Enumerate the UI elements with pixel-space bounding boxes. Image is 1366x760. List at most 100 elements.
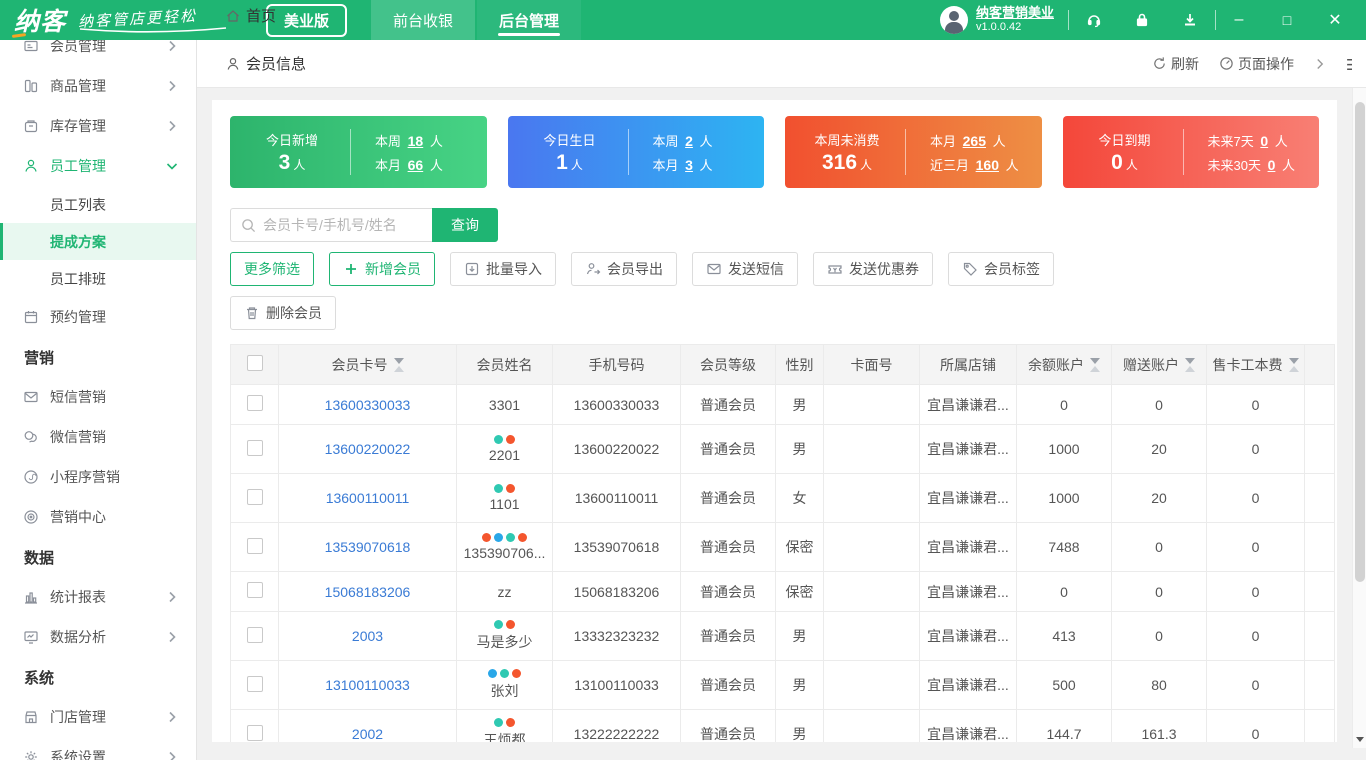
row-checkbox[interactable] <box>246 395 263 411</box>
close-button[interactable]: ✕ <box>1326 10 1344 30</box>
sidebar-item-预约管理[interactable]: 预约管理 <box>0 297 196 337</box>
plus-icon <box>343 261 359 277</box>
user-box[interactable]: 纳客营销美业 v1.0.0.42 <box>939 5 1054 34</box>
button-label: 会员标签 <box>984 261 1040 277</box>
row-checkbox[interactable] <box>246 675 263 692</box>
send-coupon-button[interactable]: 发送优惠券 <box>813 252 933 286</box>
more-filter-button[interactable]: 更多筛选 <box>230 252 314 286</box>
sidebar-item-营销中心[interactable]: 营销中心 <box>0 497 196 537</box>
page-ops-button[interactable]: 页面操作 <box>1219 54 1294 74</box>
tab-会员信息[interactable]: 会员信息 <box>225 40 306 88</box>
sidebar-item-统计报表[interactable]: 统计报表 <box>0 577 196 617</box>
stat-card-本周未消费: 本周未消费 316 人 本月 265 人近三月 160 人 <box>785 116 1042 188</box>
card-value: 0人 <box>1111 150 1138 174</box>
sort-carets[interactable] <box>1090 357 1100 372</box>
scrollbar-thumb[interactable] <box>1355 102 1365 582</box>
sidebar: 会员管理 商品管理 库存管理 员工管理 员工列表 提成方案 员工排班 预约管理 营销… <box>0 40 197 760</box>
sidebar-subitem-提成方案[interactable]: 提成方案 <box>0 223 196 260</box>
member-tag-dots <box>457 533 552 542</box>
row-checkbox[interactable] <box>246 439 263 456</box>
select-all-checkbox[interactable] <box>246 355 263 371</box>
member-card-no-link[interactable]: 2003 <box>352 628 383 644</box>
sort-carets[interactable] <box>393 357 404 372</box>
member-card-no-link[interactable]: 13600330033 <box>325 397 411 413</box>
card-stat-line: 近三月 160 人 <box>930 156 1019 173</box>
row-checkbox[interactable] <box>246 724 263 741</box>
chevron-right-icon <box>164 78 180 94</box>
search-input[interactable] <box>263 217 413 233</box>
member-card-no-link[interactable]: 15068183206 <box>325 584 411 600</box>
lock-icon[interactable] <box>1131 9 1153 31</box>
sidebar-item-系统设置[interactable]: 系统设置 <box>0 737 196 760</box>
sidebar-item-短信营销[interactable]: 短信营销 <box>0 377 196 417</box>
card-label: 今日到期 <box>1098 132 1151 148</box>
column-header-售卡工本费[interactable]: 售卡工本费 <box>1206 344 1305 385</box>
button-label: 会员导出 <box>607 261 663 277</box>
app-version: v1.0.0.42 <box>975 21 1022 34</box>
clipped-menu-icon[interactable]: ☰ <box>1346 56 1352 72</box>
card-value: 316 人 <box>821 150 873 174</box>
topnav-tab-admin[interactable]: 后台管理 <box>477 0 582 40</box>
maximize-button[interactable]: □ <box>1278 12 1296 28</box>
member-store: 宜昌谦谦君... <box>919 611 1017 661</box>
topbar: 纳客 纳客管店更轻松 美业版 前台收银 后台管理 纳客营销美业 v1.0.0.42… <box>0 0 1366 40</box>
sidebar-section-数据: 数据 <box>24 549 55 567</box>
minimize-button[interactable]: – <box>1230 11 1248 29</box>
topnav-tab-cashier[interactable]: 前台收银 <box>371 0 476 40</box>
add-member-button[interactable]: 新增会员 <box>329 252 435 286</box>
chevron-right-icon <box>164 118 180 134</box>
member-tag-button[interactable]: 会员标签 <box>948 252 1054 286</box>
member-level: 普通会员 <box>680 522 776 572</box>
row-checkbox[interactable] <box>246 537 263 554</box>
member-card-no-link[interactable]: 2002 <box>352 726 383 742</box>
balance-account: 1000 <box>1016 424 1112 474</box>
sidebar-subitem-员工列表[interactable]: 员工列表 <box>0 186 196 223</box>
sidebar-item-微信营销[interactable]: 微信营销 <box>0 417 196 457</box>
tabs-scroll-right-button[interactable] <box>1314 58 1326 70</box>
row-checkbox[interactable] <box>246 582 263 598</box>
headset-icon[interactable] <box>1083 9 1105 31</box>
sidebar-item-库存管理[interactable]: 库存管理 <box>0 106 196 146</box>
scrollbar-down-button[interactable] <box>1353 732 1366 746</box>
tab-首页[interactable]: 首页 <box>225 0 306 40</box>
card-fee: 0 <box>1206 709 1305 742</box>
sidebar-item-门店管理[interactable]: 门店管理 <box>0 697 196 737</box>
member-card-no-link[interactable]: 13600110011 <box>326 490 410 506</box>
gift-account: 0 <box>1111 571 1207 612</box>
sidebar-item-小程序营销[interactable]: 小程序营销 <box>0 457 196 497</box>
sidebar-item-员工管理[interactable]: 员工管理 <box>0 146 196 186</box>
column-header-会员卡号[interactable]: 会员卡号 <box>278 344 457 385</box>
vertical-scrollbar[interactable] <box>1352 88 1366 748</box>
sidebar-item-会员管理[interactable]: 会员管理 <box>0 40 196 66</box>
monitor-icon <box>22 628 40 646</box>
column-header-余额账户[interactable]: 余额账户 <box>1016 344 1112 385</box>
gift-account: 20 <box>1111 473 1207 523</box>
member-card-no-link[interactable]: 13539070618 <box>325 539 411 555</box>
member-card-no-link[interactable]: 13100110033 <box>325 677 410 693</box>
sort-carets[interactable] <box>1288 357 1299 372</box>
sidebar-item-商品管理[interactable]: 商品管理 <box>0 66 196 106</box>
query-button[interactable]: 查询 <box>432 208 498 242</box>
batch-import-button[interactable]: 批量导入 <box>450 252 556 286</box>
sidebar-item-数据分析[interactable]: 数据分析 <box>0 617 196 657</box>
refresh-button[interactable]: 刷新 <box>1152 54 1199 74</box>
member-tag-dots <box>457 435 552 444</box>
delete-member-button[interactable]: 删除会员 <box>230 296 336 330</box>
column-header-会员姓名: 会员姓名 <box>456 344 553 385</box>
card-label: 今日生日 <box>543 132 596 148</box>
chevron-right-icon <box>164 40 180 54</box>
card-face-no <box>823 522 920 572</box>
row-checkbox[interactable] <box>246 626 263 643</box>
member-phone: 15068183206 <box>552 571 681 612</box>
column-header-赠送账户[interactable]: 赠送账户 <box>1111 344 1207 385</box>
member-tag-dots <box>457 484 552 493</box>
send-sms-button[interactable]: 发送短信 <box>692 252 798 286</box>
member-card-no-link[interactable]: 13600220022 <box>325 441 411 457</box>
balance-account: 0 <box>1016 571 1112 612</box>
download-icon[interactable] <box>1179 9 1201 31</box>
table-row: 2003 马是多少 13332323232 普通会员 男 宜昌谦谦君... 41… <box>230 611 1335 661</box>
member-export-button[interactable]: 会员导出 <box>571 252 677 286</box>
row-checkbox[interactable] <box>246 488 263 505</box>
sidebar-subitem-员工排班[interactable]: 员工排班 <box>0 260 196 297</box>
sort-carets[interactable] <box>1185 357 1195 372</box>
